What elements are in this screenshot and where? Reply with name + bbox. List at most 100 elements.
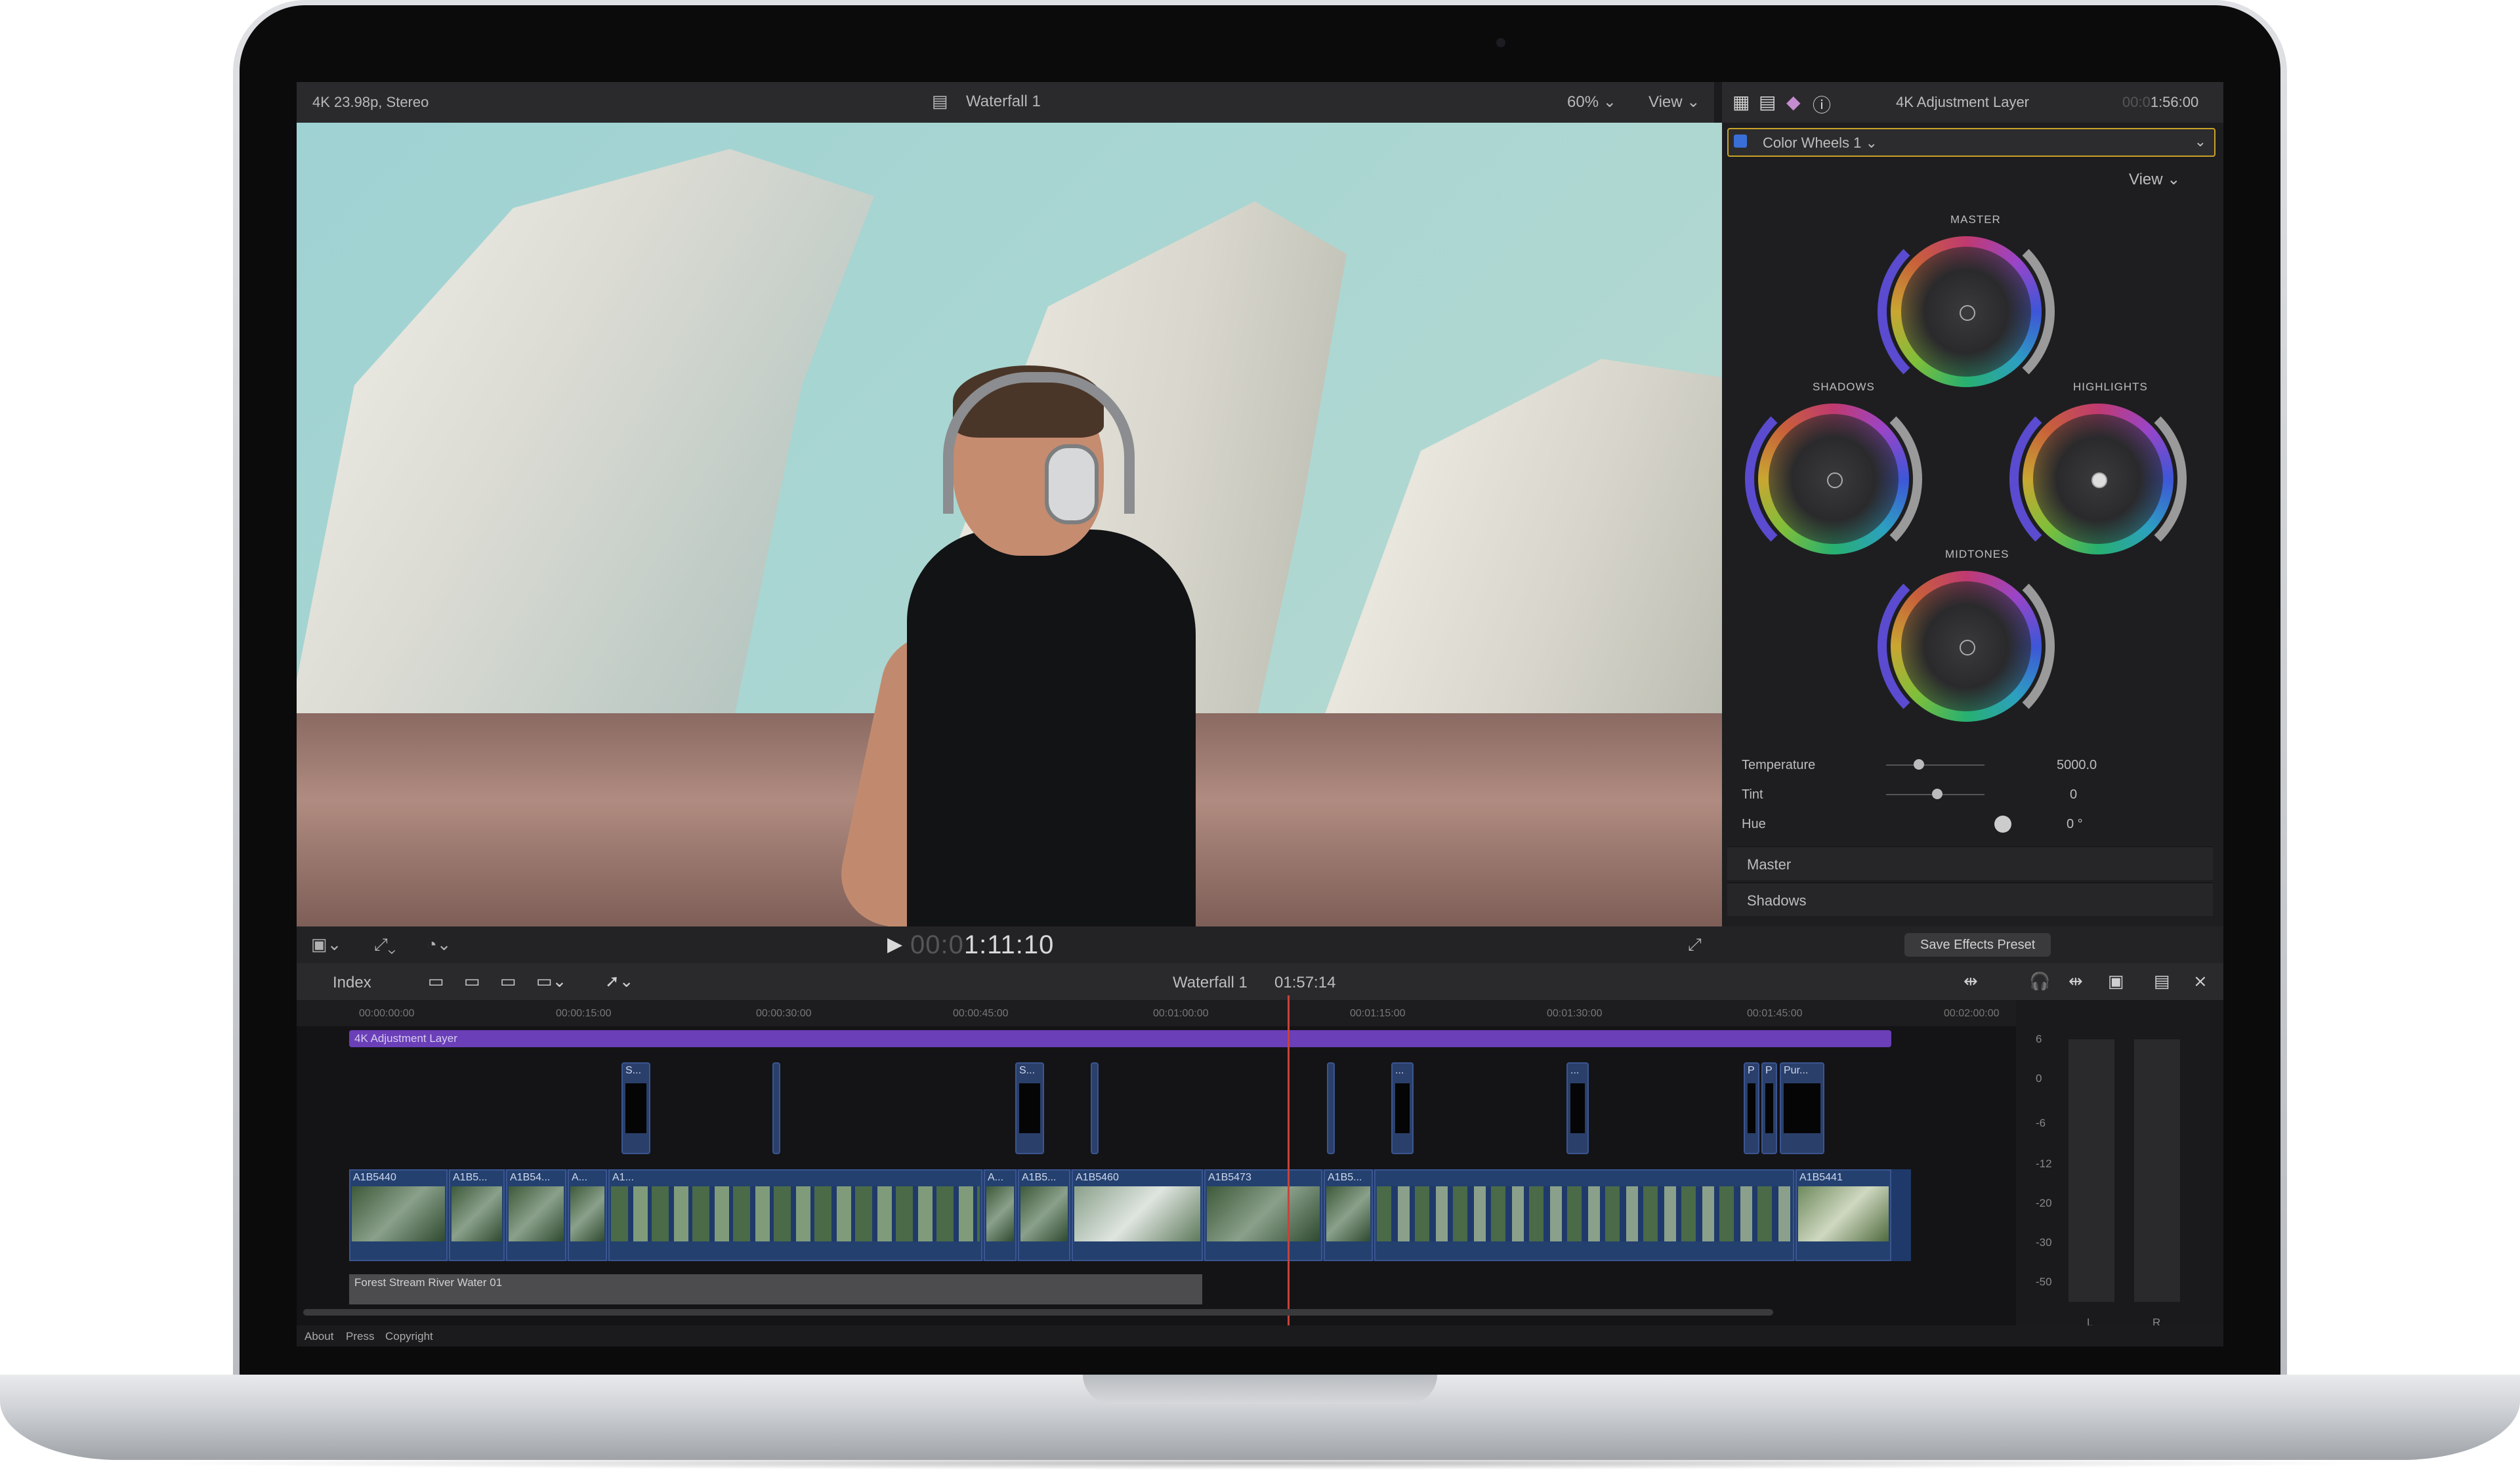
play-button[interactable]: ▶ xyxy=(887,933,902,956)
playhead[interactable] xyxy=(1288,995,1290,1330)
connected-clip[interactable] xyxy=(772,1062,780,1154)
adjustment-layer-clip[interactable]: 4K Adjustment Layer xyxy=(349,1030,1891,1047)
connected-clip[interactable] xyxy=(1327,1062,1335,1154)
save-effects-preset-button[interactable]: Save Effects Preset xyxy=(1904,933,2051,957)
zoom-value: 60% xyxy=(1567,93,1599,111)
storyline-clip[interactable]: A1B5... xyxy=(449,1169,505,1261)
audio-clip[interactable]: Forest Stream River Water 01 xyxy=(349,1274,1202,1304)
headphones-icon[interactable]: 🎧 xyxy=(2029,971,2050,991)
select-tool-icon[interactable]: ➚⌄ xyxy=(605,971,634,991)
section-master[interactable]: Master xyxy=(1727,846,2213,880)
storyline-clip[interactable]: A1B5473 xyxy=(1204,1169,1322,1261)
master-color-wheel[interactable] xyxy=(1891,236,2042,387)
viewer-view-menu[interactable]: View ⌄ xyxy=(1648,93,1700,112)
footer-link-about[interactable]: About xyxy=(304,1330,333,1343)
connected-clip[interactable] xyxy=(1091,1062,1099,1154)
storyline-clip[interactable]: A1B5... xyxy=(1018,1169,1070,1261)
zoom-menu[interactable]: 60% ⌄ xyxy=(1567,93,1616,112)
footer-link-copyright[interactable]: Copyright xyxy=(385,1330,433,1343)
storyline-clip[interactable]: A... xyxy=(568,1169,607,1261)
inspector-panel: ▦ ▤ ◆ ⓘ 4K Adjustment Layer 00:01:56:00 … xyxy=(1722,82,2223,963)
camera-icon xyxy=(1496,38,1505,47)
storyline-clip[interactable]: A1B5... xyxy=(1324,1169,1373,1261)
viewer-controls: ▣⌄ ⤢⌄ ◔⌄ ▶ 00:01:11:10 ⤢ xyxy=(297,926,1722,963)
timeline-ruler[interactable]: 00:00:00:00 00:00:15:00 00:00:30:00 00:0… xyxy=(297,1000,2016,1027)
snapping-icon[interactable]: ⇹ xyxy=(2068,971,2083,991)
info-inspector-icon[interactable]: ▦ xyxy=(1732,91,1750,113)
hue-dial[interactable] xyxy=(1994,816,2011,833)
effect-enable-checkbox[interactable] xyxy=(1734,135,1747,148)
highlights-wheel-puck[interactable] xyxy=(2091,472,2107,488)
timeline-tracks[interactable]: 4K Adjustment Layer S... S... ... ... P … xyxy=(297,1026,2016,1335)
storyline-clip[interactable]: A1B5440 xyxy=(349,1169,448,1261)
storyline-clip[interactable]: A1B5441 xyxy=(1796,1169,1891,1261)
connected-clip[interactable]: ... xyxy=(1391,1062,1414,1154)
effects-browser-icon[interactable]: ▤ xyxy=(2154,971,2170,991)
connected-clip[interactable]: S... xyxy=(621,1062,650,1154)
storyline-clip-group[interactable]: A1... xyxy=(608,1169,982,1261)
shadows-color-wheel[interactable] xyxy=(1758,404,1909,554)
storyline-clip[interactable]: A... xyxy=(984,1169,1017,1261)
shadows-wheel-puck[interactable] xyxy=(1827,472,1843,488)
clip-label: A1B5... xyxy=(453,1172,488,1183)
connected-clip[interactable]: P xyxy=(1744,1062,1759,1154)
inspector-view-label: View xyxy=(2129,171,2163,188)
midtones-color-wheel[interactable] xyxy=(1891,571,2042,722)
clip-label: ... xyxy=(1395,1065,1404,1076)
skimming-icon[interactable]: ⇹ xyxy=(1964,971,1978,991)
highlights-color-wheel[interactable] xyxy=(2023,404,2174,554)
clapper-icon: ▤ xyxy=(932,91,948,111)
edit-overwrite-icon[interactable]: ▭⌄ xyxy=(536,971,566,991)
edit-insert-icon[interactable]: ▭ xyxy=(464,971,480,991)
transform-tool-icon[interactable]: ⤢⌄ xyxy=(374,934,396,955)
meter-scale-label: -12 xyxy=(2036,1157,2052,1170)
effect-name-text: Color Wheels 1 xyxy=(1763,135,1862,151)
timeline-index-button[interactable]: Index xyxy=(333,974,371,992)
chevron-down-icon[interactable]: ⌄ xyxy=(2194,133,2206,150)
meter-scale-label: -50 xyxy=(2036,1276,2052,1288)
inspector-time-prefix: 00:0 xyxy=(2122,94,2151,110)
edit-append-icon[interactable]: ▭ xyxy=(500,971,516,991)
inspector-header: ▦ ▤ ◆ ⓘ 4K Adjustment Layer 00:01:56:00 xyxy=(1722,82,2223,123)
section-shadows[interactable]: Shadows xyxy=(1727,883,2213,916)
param-value[interactable]: 0 xyxy=(2070,787,2077,802)
tint-slider-knob[interactable] xyxy=(1932,789,1942,799)
param-value[interactable]: 5000.0 xyxy=(2057,758,2097,773)
color-inspector-icon[interactable]: ◆ xyxy=(1786,91,1801,113)
timeline-scrollbar[interactable] xyxy=(303,1309,1773,1316)
video-viewer[interactable] xyxy=(297,123,1722,926)
clip-appearance-icon[interactable]: ▣ xyxy=(2108,971,2124,991)
clip-label: P xyxy=(1748,1065,1755,1076)
view-options-icon[interactable]: ▣⌄ xyxy=(311,934,341,955)
clip-thumbnail xyxy=(1784,1083,1820,1133)
info-icon[interactable]: ⓘ xyxy=(1813,91,1831,117)
param-value[interactable]: 0 ° xyxy=(2067,817,2083,832)
ruler-tick: 00:01:30:00 xyxy=(1547,1008,1603,1019)
timeline-toolbar: Index ▭ ▭ ▭ ▭⌄ ➚⌄ Waterfall 1 01:57:14 ⇹… xyxy=(297,963,2223,1000)
footer-link-press[interactable]: Press xyxy=(346,1330,374,1343)
audio-meter-left xyxy=(2068,1039,2114,1302)
clip-thumbnail xyxy=(611,1186,980,1241)
storyline-clip[interactable]: A1B5460 xyxy=(1072,1169,1203,1261)
connected-clip[interactable]: ... xyxy=(1566,1062,1589,1154)
temperature-slider[interactable] xyxy=(1886,764,1984,766)
speed-tool-icon[interactable]: ◔⌄ xyxy=(427,934,452,955)
connected-clip[interactable]: Pur... xyxy=(1780,1062,1824,1154)
edit-connect-icon[interactable]: ▭ xyxy=(428,971,444,991)
inspector-view-menu[interactable]: View ⌄ xyxy=(2129,170,2180,189)
storyline-clip-group[interactable] xyxy=(1374,1169,1794,1261)
effect-selector[interactable]: Color Wheels 1 ⌄ ⌄ xyxy=(1727,128,2216,157)
master-wheel-puck[interactable] xyxy=(1960,305,1975,321)
temperature-slider-knob[interactable] xyxy=(1914,759,1924,770)
fullscreen-icon[interactable]: ⤢ xyxy=(1688,934,1702,955)
section-label: Shadows xyxy=(1747,892,1807,909)
clip-thumbnail xyxy=(1395,1083,1410,1133)
connected-clip[interactable]: S... xyxy=(1015,1062,1044,1154)
audio-meter-right xyxy=(2134,1039,2180,1302)
connected-clip[interactable]: P xyxy=(1761,1062,1777,1154)
transitions-browser-icon[interactable]: ⨯ xyxy=(2193,971,2208,991)
clip-thumbnail xyxy=(1748,1083,1755,1133)
video-inspector-icon[interactable]: ▤ xyxy=(1759,91,1776,113)
midtones-wheel-puck[interactable] xyxy=(1960,640,1975,655)
storyline-clip[interactable]: A1B54... xyxy=(506,1169,566,1261)
